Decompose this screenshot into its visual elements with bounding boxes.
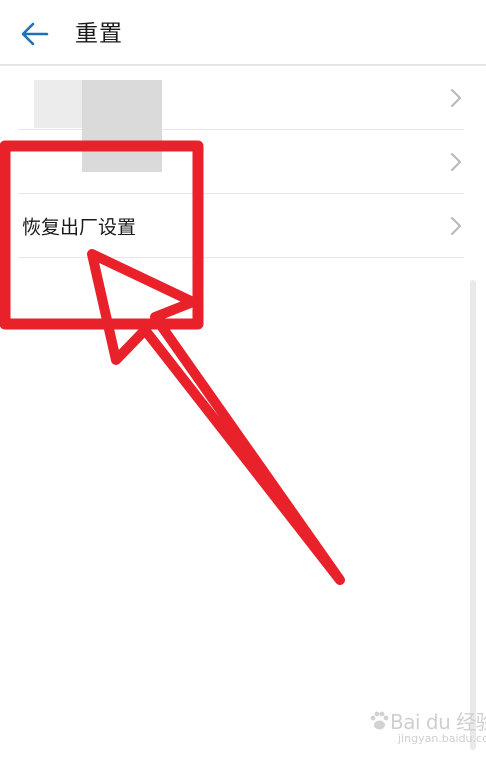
arrow-left-icon (21, 22, 49, 46)
paw-icon (370, 711, 389, 730)
watermark: Bai du 经验 jingyan.baidu.com (368, 706, 486, 750)
list-item-label: 恢复出厂设置 (22, 216, 137, 238)
watermark-brand: Bai du 经验 (390, 710, 486, 734)
chevron-right-icon (451, 216, 461, 235)
app-header: 重置 (0, 0, 486, 66)
pixelated-redaction (82, 80, 162, 172)
chevron-right-icon (451, 88, 461, 107)
screen: 重置 恢复出厂设置 Bai du 经验 jingyan.baidu.co (0, 0, 486, 759)
scrollbar[interactable] (470, 280, 476, 750)
page-title: 重置 (75, 21, 123, 47)
list-item-factory-reset[interactable]: 恢复出厂设置 (18, 194, 464, 258)
back-button[interactable] (14, 14, 54, 54)
arrow-annotation (87, 249, 345, 585)
watermark-url: jingyan.baidu.com (398, 732, 486, 745)
chevron-right-icon (451, 152, 461, 171)
